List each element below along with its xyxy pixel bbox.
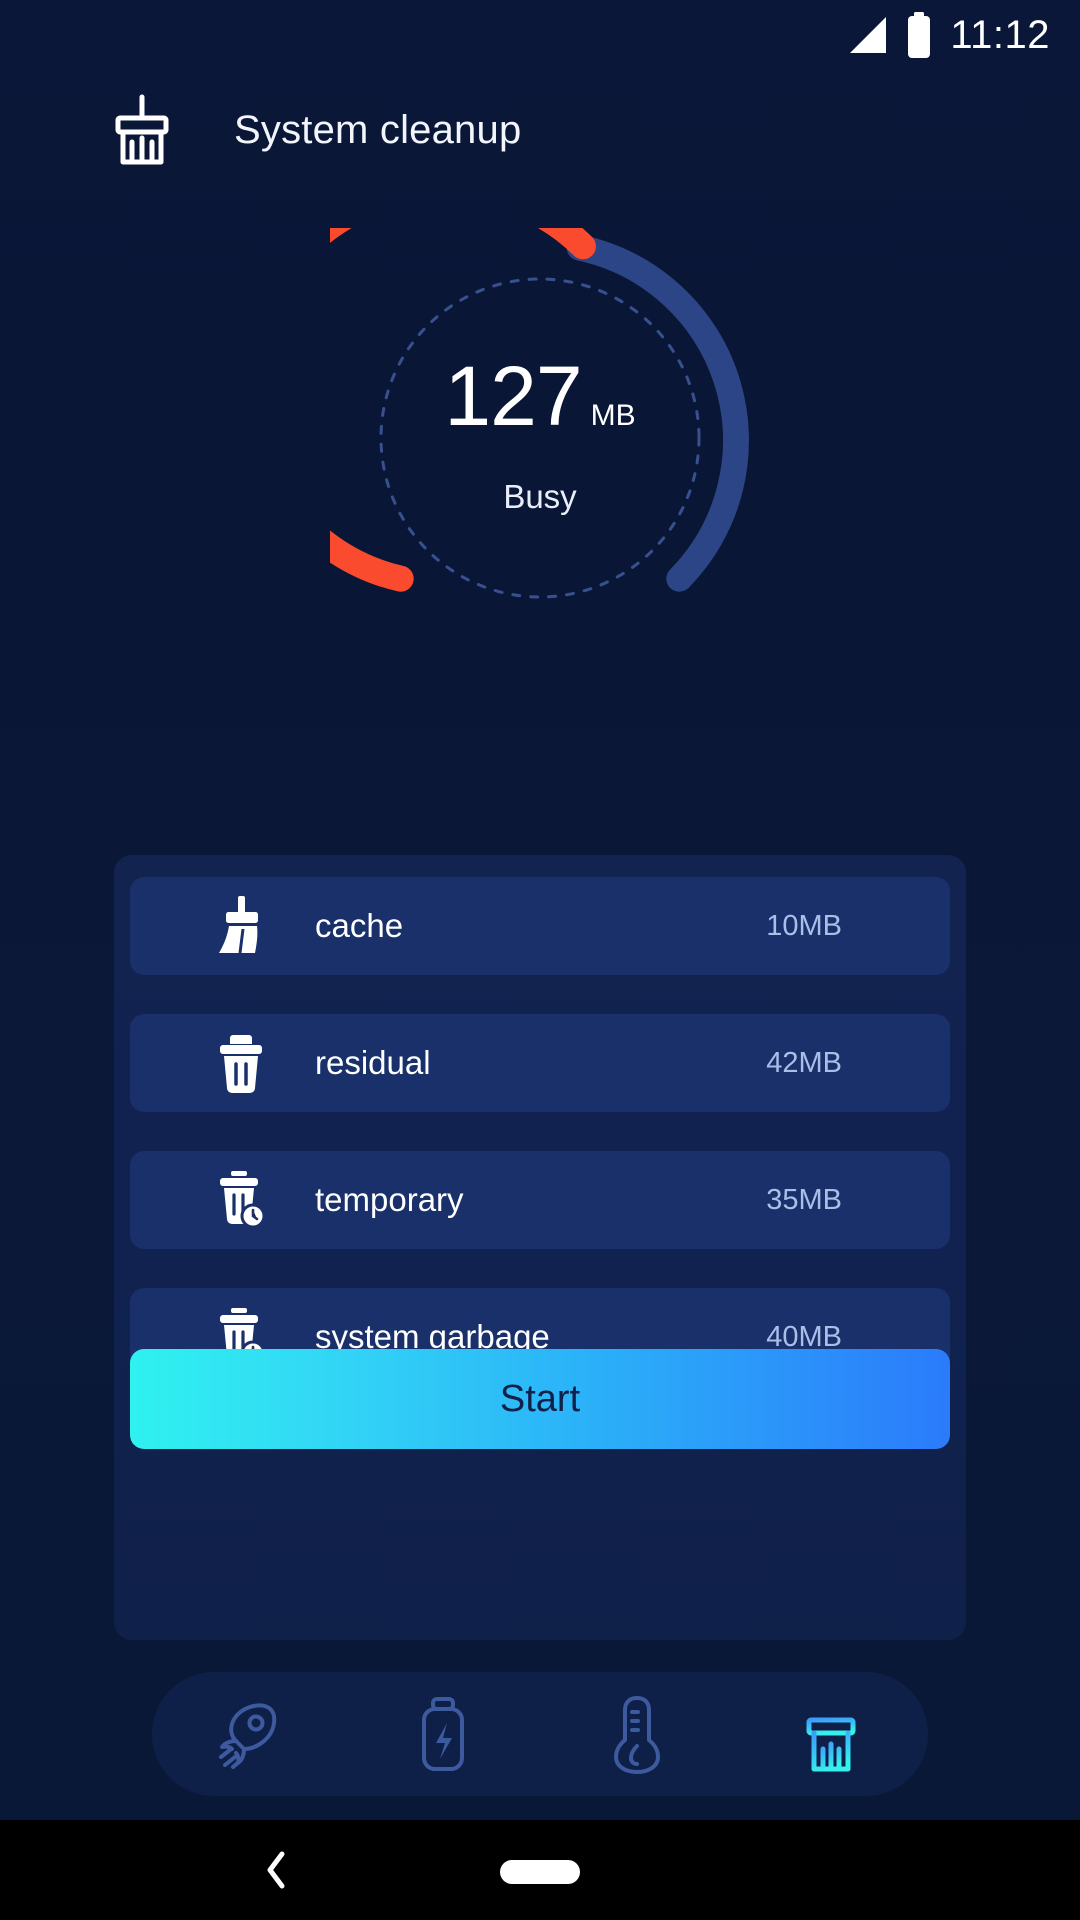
gauge-unit: MB [590, 399, 636, 432]
nav-item-cooling[interactable] [582, 1679, 692, 1789]
list-item[interactable]: cache 10MB [130, 877, 950, 975]
app-screen: 11:12 System cleanup 127 MB Busy cache 1… [0, 0, 1080, 1820]
list-item-size: 10MB [766, 909, 842, 942]
broom-sweep-icon [208, 893, 274, 959]
home-pill-icon[interactable] [500, 1860, 580, 1884]
list-item-size: 42MB [766, 1046, 842, 1079]
nav-item-cleanup[interactable] [776, 1679, 886, 1789]
gauge-status-label: Busy [503, 478, 577, 515]
list-item-label: cache [315, 907, 404, 944]
rocket-icon [212, 1697, 286, 1771]
cleanup-item-list: cache 10MB residual 42MB temporary 35MB … [130, 877, 950, 1425]
list-item-label: residual [315, 1044, 431, 1081]
bottom-navigation [152, 1672, 928, 1796]
nav-item-boost[interactable] [194, 1679, 304, 1789]
status-bar-clock: 11:12 [950, 12, 1050, 57]
nav-item-battery[interactable] [388, 1679, 498, 1789]
page-title: System cleanup [234, 107, 522, 152]
signal-triangle-icon [846, 15, 888, 55]
storage-gauge: 127 MB Busy [0, 228, 1080, 648]
start-button-label: Start [499, 1377, 581, 1420]
list-item[interactable]: temporary 35MB [130, 1151, 950, 1249]
broom-icon [110, 94, 174, 166]
list-item-size: 35MB [766, 1183, 842, 1216]
system-navigation-bar [0, 1820, 1080, 1920]
trash-clock-icon [208, 1167, 274, 1233]
trash-icon [208, 1030, 274, 1096]
gauge-value: 127 [444, 349, 582, 443]
cleanup-panel: cache 10MB residual 42MB temporary 35MB … [114, 855, 966, 1640]
chevron-left-icon[interactable] [252, 1846, 300, 1894]
start-button[interactable]: Start [130, 1349, 950, 1449]
broom-icon [800, 1694, 862, 1774]
status-bar: 11:12 [0, 0, 1080, 70]
app-header: System cleanup [0, 82, 1080, 178]
list-item[interactable]: residual 42MB [130, 1014, 950, 1112]
list-item-label: temporary [315, 1181, 464, 1218]
thermometer-icon [610, 1694, 664, 1774]
battery-full-icon [906, 12, 932, 58]
battery-bolt-icon [411, 1695, 475, 1773]
